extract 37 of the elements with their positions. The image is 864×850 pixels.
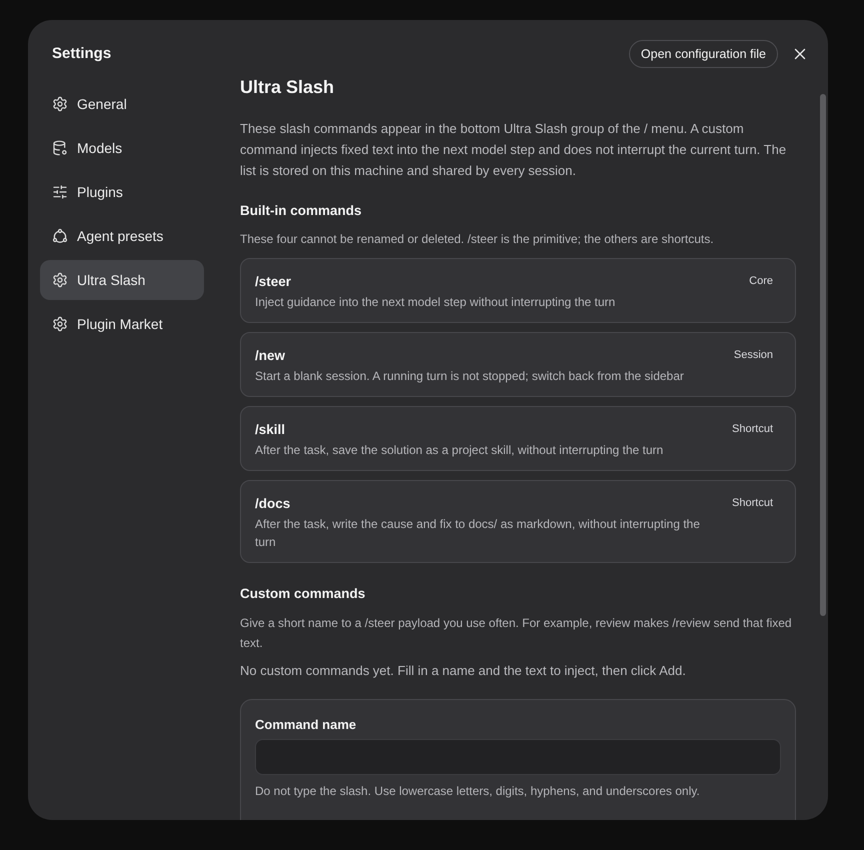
command-tag: Shortcut	[732, 494, 773, 512]
command-description: Inject guidance into the next model step without interrupting the turn	[255, 294, 616, 311]
command-name: /new	[255, 347, 286, 365]
sidebar-item[interactable]: Plugin Market	[40, 304, 204, 344]
section-heading: Custom commands	[240, 585, 366, 603]
intro-text: These slash commands appear in the bottom Ultra Slash group of the / menu. A custom command injects fixed text into the next model step and does not interrupt the current turn. The list is stored on this machine and shared by every session.	[240, 120, 788, 180]
open-config-button[interactable]: Open configuration file	[628, 40, 778, 68]
field-label: Command name	[255, 716, 356, 734]
command-tag: Core	[749, 272, 773, 290]
command-description: After the task, save the solution as a project skill, without interrupting the turn	[255, 442, 664, 459]
section-heading: Built-in commands	[240, 202, 363, 220]
command-name: /skill	[255, 421, 286, 439]
empty-state-text: No custom commands yet. Fill in a name and the text to inject, then click Add.	[240, 662, 687, 680]
command-name: /docs	[255, 495, 290, 513]
connected-nodes-icon	[52, 228, 68, 244]
gear-icon	[52, 272, 68, 288]
command-tag: Session	[734, 346, 773, 364]
section-note: Give a short name to a /steer payload you use often. For example, review makes /review send that fixed text.	[240, 615, 793, 652]
page-title: Ultra Slash	[240, 76, 336, 99]
sidebar-item[interactable]: Agent presets	[40, 216, 204, 256]
command-description: Start a blank session. A running turn is not stopped; switch back from the sidebar	[255, 368, 684, 385]
database-gear-icon	[52, 140, 68, 156]
sidebar-title: Settings	[52, 44, 112, 64]
section-note: These four cannot be renamed or deleted. /steer is the primitive; the others are shortcuts.	[240, 231, 715, 248]
sidebar-item[interactable]: Ultra Slash	[40, 260, 204, 300]
command-tag: Shortcut	[732, 420, 773, 438]
field-hint: Do not type the slash. Use lowercase letters, digits, hyphens, and underscores only.	[255, 783, 700, 800]
command-name: /steer	[255, 273, 292, 291]
gear-icon	[52, 316, 68, 332]
command-description: After the task, write the cause and fix to docs/ as markdown, without interrupting the turn	[255, 516, 701, 551]
gear-icon	[52, 96, 68, 112]
sidebar-item[interactable]: Models	[40, 128, 204, 168]
scrollbar-thumb[interactable]	[820, 94, 826, 616]
input-field[interactable]	[255, 739, 781, 775]
sidebar-item[interactable]: Plugins	[40, 172, 204, 212]
sidebar-item[interactable]: General	[40, 84, 204, 124]
sliders-icon	[52, 184, 68, 200]
